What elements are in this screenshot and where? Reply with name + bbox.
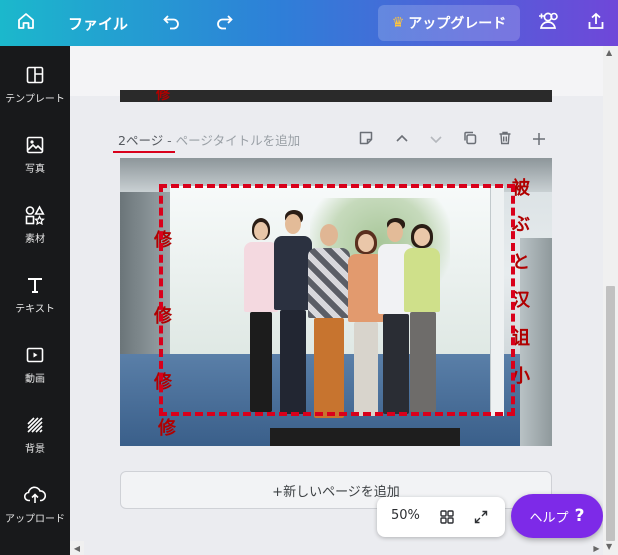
template-icon bbox=[25, 62, 45, 88]
upgrade-label: アップグレード bbox=[408, 16, 507, 32]
duplicate-icon bbox=[462, 130, 478, 150]
previous-page-annotation: 修 bbox=[156, 90, 170, 102]
undo-button[interactable] bbox=[152, 0, 192, 46]
selection-annotation-frame bbox=[159, 184, 515, 416]
canvas-top-strip bbox=[70, 46, 618, 96]
sidebar-item-uploads[interactable]: アップロード bbox=[0, 478, 70, 540]
photo-icon bbox=[25, 132, 45, 158]
sidebar-item-label: テンプレート bbox=[5, 94, 65, 105]
sidebar-item-label: 背景 bbox=[25, 444, 45, 455]
crown-icon: ♛ bbox=[391, 15, 405, 31]
page-title-separator: - bbox=[163, 133, 176, 148]
scroll-down-arrow-icon[interactable]: ▼ bbox=[606, 542, 612, 551]
scrollbar-thumb[interactable] bbox=[606, 286, 615, 541]
note-icon bbox=[358, 130, 374, 150]
sidebar-item-label: 動画 bbox=[25, 374, 45, 385]
add-people-icon bbox=[538, 10, 562, 36]
help-label: ヘルプ bbox=[529, 510, 569, 526]
sidebar-item-background[interactable]: 背景 bbox=[0, 408, 70, 470]
sidebar-item-photos[interactable]: 写真 bbox=[0, 128, 70, 190]
photo-foreground-dark bbox=[270, 428, 460, 446]
annotation-char: 修 bbox=[158, 418, 176, 439]
grid-view-icon[interactable] bbox=[437, 507, 457, 527]
video-icon bbox=[25, 342, 45, 368]
top-bar: ファイル ♛ アップグレード bbox=[0, 0, 618, 46]
zoom-percent[interactable]: 50% bbox=[391, 508, 420, 523]
help-button[interactable]: ヘルプ ? bbox=[511, 494, 603, 538]
add-note-button[interactable] bbox=[354, 128, 378, 152]
upload-icon bbox=[24, 482, 46, 508]
annotation-underline bbox=[113, 151, 175, 153]
upgrade-button[interactable]: ♛ アップグレード bbox=[378, 5, 520, 41]
left-sidebar: テンプレート 写真 素材 テキスト 動画 背景 アップロード bbox=[0, 46, 70, 555]
text-icon bbox=[25, 272, 45, 298]
page-number: 2ページ bbox=[118, 133, 164, 148]
duplicate-page-button[interactable] bbox=[458, 128, 482, 152]
sidebar-item-label: 素材 bbox=[25, 234, 45, 245]
plus-icon bbox=[532, 131, 546, 150]
elements-icon bbox=[24, 202, 46, 228]
move-page-down-button[interactable] bbox=[424, 128, 448, 152]
zoom-controls: 50% bbox=[377, 497, 505, 537]
redo-button[interactable] bbox=[204, 0, 244, 46]
background-icon bbox=[25, 412, 45, 438]
upload-share-icon bbox=[586, 11, 606, 35]
delete-page-button[interactable] bbox=[493, 128, 517, 152]
add-page-plus-button[interactable] bbox=[527, 128, 551, 152]
file-menu-button[interactable]: ファイル bbox=[66, 0, 130, 46]
scroll-left-arrow-icon[interactable]: ◀ bbox=[70, 541, 84, 555]
chevron-up-icon bbox=[395, 131, 409, 150]
scroll-right-arrow-icon[interactable]: ▶ bbox=[590, 541, 603, 555]
home-button[interactable] bbox=[6, 0, 46, 46]
sidebar-item-templates[interactable]: テンプレート bbox=[0, 58, 70, 120]
sidebar-item-label: テキスト bbox=[15, 304, 55, 315]
sidebar-item-text[interactable]: テキスト bbox=[0, 268, 70, 330]
scroll-up-arrow-icon[interactable]: ▲ bbox=[606, 48, 612, 57]
sidebar-item-elements[interactable]: 素材 bbox=[0, 198, 70, 260]
move-page-up-button[interactable] bbox=[390, 128, 414, 152]
help-question-icon: ? bbox=[574, 506, 585, 526]
previous-page-edge[interactable]: 修 bbox=[120, 90, 552, 102]
sidebar-item-label: 写真 bbox=[25, 164, 45, 175]
page-title-placeholder[interactable]: ページタイトルを追加 bbox=[176, 133, 301, 148]
share-people-button[interactable] bbox=[530, 0, 570, 46]
sidebar-item-label: アップロード bbox=[5, 514, 65, 525]
sidebar-item-video[interactable]: 動画 bbox=[0, 338, 70, 400]
undo-icon bbox=[162, 11, 182, 35]
fullscreen-icon[interactable] bbox=[471, 507, 491, 527]
home-icon bbox=[16, 11, 36, 35]
redo-icon bbox=[214, 11, 234, 35]
export-button[interactable] bbox=[576, 0, 616, 46]
trash-icon bbox=[497, 130, 513, 150]
chevron-down-icon bbox=[429, 131, 443, 150]
page-title-row[interactable]: 2ページ - ページタイトルを追加 bbox=[118, 130, 300, 150]
vertical-scrollbar[interactable]: ▲ ▼ bbox=[603, 46, 618, 555]
